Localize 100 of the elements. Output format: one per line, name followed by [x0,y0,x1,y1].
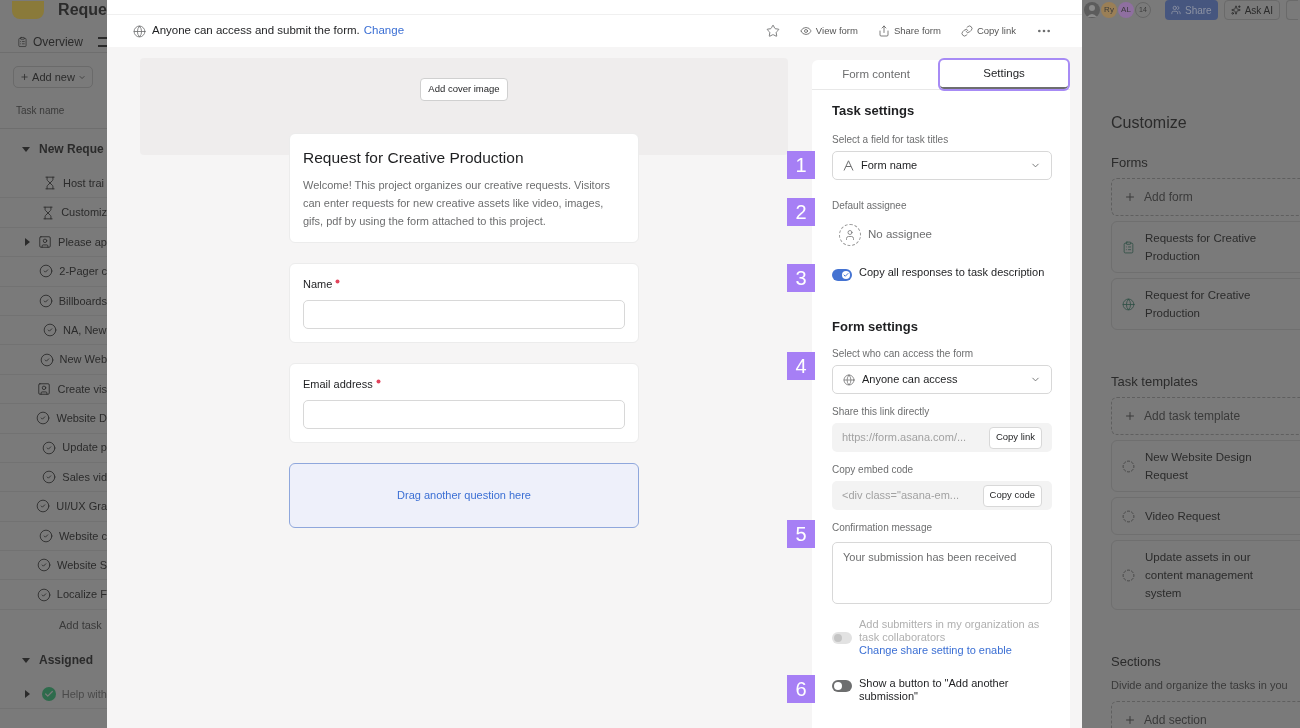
task-name[interactable]: Customiz [61,204,107,221]
check-circle-icon[interactable] [39,352,54,367]
task-name[interactable]: Localize F [56,586,107,603]
task-name[interactable]: Website D [56,410,107,427]
check-circle-icon[interactable] [37,558,52,573]
toggle-label: Copy all responses to task description [859,266,1045,279]
change-link[interactable]: Change [363,22,405,40]
star-icon[interactable] [765,24,780,38]
done-check-icon[interactable] [41,687,56,702]
select-dropdown[interactable]: Form name [832,151,1052,180]
toggle-label: Show a button to "Add another submission" [859,677,1010,703]
avatar[interactable]: AL [1118,2,1134,18]
question-card[interactable]: Name [289,263,639,343]
task-name[interactable]: Website S [57,557,107,574]
person-square-icon [38,234,53,249]
add-task-link[interactable]: Add task [59,609,107,640]
expand-triangle-icon[interactable] [22,655,30,664]
avatar[interactable]: Ry [1101,2,1117,18]
step-marker: 2 [787,198,815,226]
check-circle-icon[interactable] [38,528,53,543]
share-button[interactable]: Share [1165,0,1218,20]
task-name[interactable]: Website c [58,527,107,545]
check-circle-icon[interactable] [38,293,53,308]
list-card[interactable]: Requests for Creative Production [1111,221,1300,273]
select-dropdown[interactable]: Anyone can access [832,365,1052,394]
task-name[interactable]: UI/UX Gra [56,498,107,515]
card-label: Update assets in our content management system [1145,550,1255,601]
copy-field[interactable]: https://form.asana.com/... Copy link [832,423,1052,452]
expand-triangle-icon[interactable] [23,237,31,246]
task-name[interactable]: 2-Pager c [59,263,107,280]
toggle-switch[interactable] [832,680,852,692]
panel-tab[interactable]: Settings [940,60,1068,89]
task-name[interactable]: New Web [59,351,107,368]
card-label: New Website Design Request [1145,450,1253,483]
group-title: Sections [1111,654,1162,670]
link-icon [960,25,973,37]
list-card[interactable]: Request for Creative Production [1111,278,1300,330]
check-circle-icon[interactable] [42,440,57,455]
dashed-check-icon [1122,568,1135,582]
task-name[interactable]: NA, New [63,321,107,339]
check-circle-icon[interactable] [43,323,57,338]
field-label: Copy embed code [832,464,915,476]
list-card[interactable]: Video Request [1111,497,1300,535]
group-title: Forms [1111,155,1149,171]
add-new-button[interactable]: Add new [13,66,93,88]
task-name[interactable]: Host trai [63,174,104,192]
field-label: Default assignee [832,200,908,212]
group-title: Task templates [1111,374,1199,390]
check-circle-icon[interactable] [36,499,51,514]
section-header[interactable]: Assigned [39,650,93,669]
expand-triangle-icon[interactable] [23,690,31,699]
toolbar-button[interactable]: Share form [877,23,941,39]
copy-button[interactable]: Copy code [982,484,1042,507]
people-icon [1171,5,1181,15]
list-card[interactable]: Update assets in our content management system [1111,540,1300,610]
toolbar-button[interactable]: View form [799,23,858,39]
check-circle-icon[interactable] [36,587,51,602]
step-marker: 6 [787,675,815,703]
panel-tab[interactable]: Form content [812,60,940,89]
list-card[interactable]: New Website Design Request [1111,440,1300,492]
task-name[interactable]: Please ap [58,233,107,251]
task-name[interactable]: Billboards [58,292,107,309]
copy-field[interactable]: <div class="asana-em... Copy code [832,481,1052,510]
assignee-name[interactable]: No assignee [868,226,932,244]
ask-ai-button[interactable]: Ask AI [1223,0,1281,20]
section-title: Form settings [832,319,919,335]
globe-icon [133,24,146,38]
toolbar-button[interactable]: Copy link [960,23,1016,39]
task-name[interactable]: Sales vid [62,468,107,486]
question-card[interactable]: Email address [289,363,639,443]
share-icon [877,25,890,37]
expand-triangle-icon[interactable] [22,145,30,153]
avatar[interactable] [1084,2,1100,18]
task-name[interactable]: Create vis [57,380,107,398]
check-circle-icon[interactable] [36,411,51,426]
card-label: Video Request [1145,509,1221,524]
answer-field[interactable] [303,400,625,429]
step-marker: 4 [787,352,815,380]
task-name[interactable]: Update p [62,439,107,456]
add-cover-image-button[interactable]: Add cover image [420,78,508,101]
answer-field[interactable] [303,300,625,329]
card-label: Requests for Creative Production [1145,231,1258,264]
sparkle-icon [1230,5,1241,15]
overview-tab[interactable]: Overview [32,32,83,51]
section-header[interactable]: New Reque [39,140,104,158]
toggle-switch[interactable] [832,269,852,281]
globe-icon [843,373,855,386]
copy-button[interactable]: Copy link [988,426,1042,449]
section-title: Task settings [832,103,916,119]
confirmation-message-field[interactable]: Your submission has been received [832,542,1052,604]
add-item-button[interactable]: Add form [1111,178,1300,216]
question-label: Name [303,278,333,291]
check-circle-icon[interactable] [39,264,54,279]
drop-zone[interactable]: Drag another question here [289,463,639,528]
access-notice: Anyone can access and submit the form. [152,23,360,39]
globe-icon [1122,297,1135,311]
add-item-button[interactable]: Add task template [1111,397,1300,435]
step-marker: 5 [787,520,815,548]
add-item-button[interactable]: Add section [1111,700,1300,728]
check-circle-icon[interactable] [42,470,57,485]
